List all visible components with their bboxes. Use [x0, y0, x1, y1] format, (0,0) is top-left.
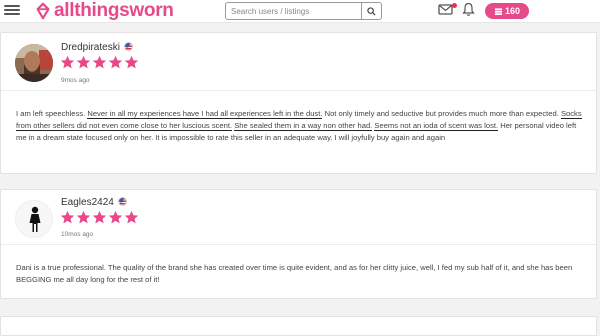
review-text-part: I am left speechless. — [16, 109, 88, 118]
star-icon — [60, 210, 75, 224]
star-icon — [92, 55, 107, 69]
bell-icon[interactable] — [462, 2, 475, 17]
search-icon — [367, 6, 376, 16]
star-icon — [92, 210, 107, 224]
review-time: 10mos ago — [61, 231, 94, 238]
user-photo-icon — [15, 44, 53, 82]
us-flag-icon — [117, 197, 127, 206]
review-username[interactable]: Dredpirateski — [61, 42, 120, 53]
star-icon — [124, 210, 139, 224]
mail-icon[interactable] — [438, 3, 453, 16]
site-logo[interactable]: allthingsworn — [34, 0, 174, 22]
token-icon — [494, 7, 503, 15]
review-header: Eagles2424 10mos ago — [1, 190, 596, 245]
search-button[interactable] — [361, 3, 381, 19]
review-card — [0, 316, 597, 336]
logo-text: allthingsworn — [54, 0, 174, 21]
review-header: Dredpirateski 9mos ago — [1, 33, 596, 91]
token-balance-button[interactable]: 160 — [485, 3, 529, 19]
review-text-underlined: Never in all my experiences have I had a… — [87, 109, 323, 119]
star-icon — [60, 55, 75, 69]
search-box — [225, 2, 382, 20]
token-count: 160 — [504, 6, 521, 16]
logo-icon — [36, 2, 50, 20]
review-username[interactable]: Eagles2424 — [61, 197, 114, 208]
avatar[interactable] — [15, 44, 53, 82]
review-card: Dredpirateski 9mos ago I am left speechl… — [0, 32, 597, 174]
review-text-underlined: Seems not an ioda of scent was lost. — [374, 121, 499, 131]
star-icon — [124, 55, 139, 69]
avatar[interactable] — [15, 200, 53, 238]
default-female-avatar-icon — [29, 206, 41, 232]
review-time: 9mos ago — [61, 77, 90, 84]
star-icon — [108, 210, 123, 224]
review-text: I am left speechless. Never in all my ex… — [16, 108, 586, 144]
star-icon — [76, 210, 91, 224]
star-rating — [60, 55, 140, 70]
menu-icon[interactable] — [4, 3, 20, 17]
review-card: Eagles2424 10mos ago Dani is a true prof… — [0, 189, 597, 299]
review-text: Dani is a true professional. The quality… — [16, 263, 573, 284]
top-header: allthingsworn 160 — [0, 0, 600, 23]
search-input[interactable] — [226, 3, 361, 19]
review-text-part: Not only timely and seductive but provid… — [322, 109, 561, 118]
star-icon — [76, 55, 91, 69]
review-text-underlined: She sealed them in a way non other had. — [234, 121, 373, 131]
us-flag-icon — [123, 42, 133, 51]
mail-notification-dot — [452, 3, 457, 8]
star-rating — [60, 210, 140, 225]
star-icon — [108, 55, 123, 69]
